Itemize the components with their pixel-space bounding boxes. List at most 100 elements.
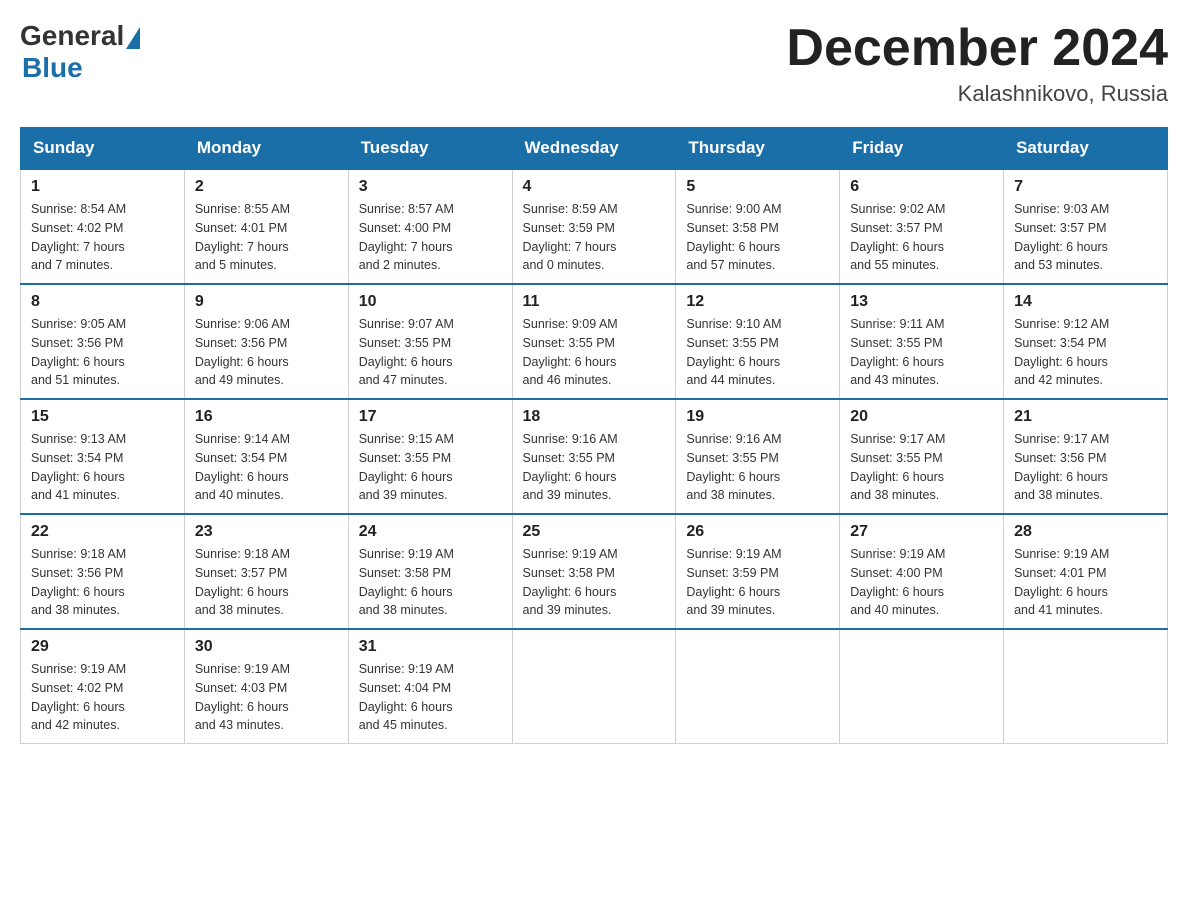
day-number: 17 [359, 408, 502, 426]
day-number: 18 [523, 408, 666, 426]
calendar-header: SundayMondayTuesdayWednesdayThursdayFrid… [21, 128, 1168, 170]
day-info: Sunrise: 9:19 AMSunset: 3:58 PMDaylight:… [359, 545, 502, 620]
day-number: 2 [195, 178, 338, 196]
day-info: Sunrise: 9:19 AMSunset: 4:04 PMDaylight:… [359, 660, 502, 735]
day-cell: 8 Sunrise: 9:05 AMSunset: 3:56 PMDaylight… [21, 284, 185, 399]
day-info: Sunrise: 9:16 AMSunset: 3:55 PMDaylight:… [523, 430, 666, 505]
day-cell: 12Sunrise: 9:10 AMSunset: 3:55 PMDayligh… [676, 284, 840, 399]
day-info: Sunrise: 9:19 AMSunset: 4:02 PMDaylight:… [31, 660, 174, 735]
day-number: 13 [850, 293, 993, 311]
day-number: 26 [686, 523, 829, 541]
day-cell: 28 Sunrise: 9:19 AMSunset: 4:01 PMDayligh… [1004, 514, 1168, 629]
day-cell [512, 629, 676, 744]
day-info: Sunrise: 8:57 AMSunset: 4:00 PMDaylight:… [359, 200, 502, 275]
day-number: 10 [359, 293, 502, 311]
day-cell: 1Sunrise: 8:54 AMSunset: 4:02 PMDaylight… [21, 169, 185, 284]
logo-general-text: General [20, 20, 124, 52]
day-cell: 17 Sunrise: 9:15 AMSunset: 3:55 PMDayligh… [348, 399, 512, 514]
day-cell: 15Sunrise: 9:13 AMSunset: 3:54 PMDayligh… [21, 399, 185, 514]
day-info: Sunrise: 9:19 AMSunset: 4:00 PMDaylight:… [850, 545, 993, 620]
week-row-4: 22Sunrise: 9:18 AMSunset: 3:56 PMDayligh… [21, 514, 1168, 629]
day-info: Sunrise: 9:19 AMSunset: 4:01 PMDaylight:… [1014, 545, 1157, 620]
day-cell: 21 Sunrise: 9:17 AMSunset: 3:56 PMDayligh… [1004, 399, 1168, 514]
day-info: Sunrise: 9:07 AMSunset: 3:55 PMDaylight:… [359, 315, 502, 390]
header-thursday: Thursday [676, 128, 840, 170]
day-cell: 5 Sunrise: 9:00 AMSunset: 3:58 PMDaylight… [676, 169, 840, 284]
day-info: Sunrise: 9:05 AMSunset: 3:56 PMDaylight:… [31, 315, 174, 390]
day-cell: 9Sunrise: 9:06 AMSunset: 3:56 PMDaylight… [184, 284, 348, 399]
day-number: 15 [31, 408, 174, 426]
day-info: Sunrise: 9:19 AMSunset: 4:03 PMDaylight:… [195, 660, 338, 735]
day-info: Sunrise: 9:12 AMSunset: 3:54 PMDaylight:… [1014, 315, 1157, 390]
day-number: 31 [359, 638, 502, 656]
day-number: 4 [523, 178, 666, 196]
day-number: 21 [1014, 408, 1157, 426]
day-cell: 19 Sunrise: 9:16 AMSunset: 3:55 PMDayligh… [676, 399, 840, 514]
day-cell: 10 Sunrise: 9:07 AMSunset: 3:55 PMDayligh… [348, 284, 512, 399]
day-number: 8 [31, 293, 174, 311]
day-number: 1 [31, 178, 174, 196]
day-info: Sunrise: 9:11 AMSunset: 3:55 PMDaylight:… [850, 315, 993, 390]
day-info: Sunrise: 9:06 AMSunset: 3:56 PMDaylight:… [195, 315, 338, 390]
header-sunday: Sunday [21, 128, 185, 170]
day-info: Sunrise: 9:16 AMSunset: 3:55 PMDaylight:… [686, 430, 829, 505]
day-cell: 26Sunrise: 9:19 AMSunset: 3:59 PMDayligh… [676, 514, 840, 629]
page-header: General Blue December 2024 Kalashnikovo,… [20, 20, 1168, 107]
day-info: Sunrise: 9:02 AMSunset: 3:57 PMDaylight:… [850, 200, 993, 275]
logo: General Blue [20, 20, 140, 84]
day-number: 29 [31, 638, 174, 656]
header-friday: Friday [840, 128, 1004, 170]
day-number: 5 [686, 178, 829, 196]
day-info: Sunrise: 9:19 AMSunset: 3:58 PMDaylight:… [523, 545, 666, 620]
header-monday: Monday [184, 128, 348, 170]
calendar-table: SundayMondayTuesdayWednesdayThursdayFrid… [20, 127, 1168, 744]
day-info: Sunrise: 8:59 AMSunset: 3:59 PMDaylight:… [523, 200, 666, 275]
day-cell: 3Sunrise: 8:57 AMSunset: 4:00 PMDaylight… [348, 169, 512, 284]
day-cell: 11 Sunrise: 9:09 AMSunset: 3:55 PMDayligh… [512, 284, 676, 399]
day-number: 24 [359, 523, 502, 541]
day-cell: 2 Sunrise: 8:55 AMSunset: 4:01 PMDaylight… [184, 169, 348, 284]
day-info: Sunrise: 9:00 AMSunset: 3:58 PMDaylight:… [686, 200, 829, 275]
week-row-1: 1Sunrise: 8:54 AMSunset: 4:02 PMDaylight… [21, 169, 1168, 284]
day-number: 7 [1014, 178, 1157, 196]
day-info: Sunrise: 8:55 AMSunset: 4:01 PMDaylight:… [195, 200, 338, 275]
day-info: Sunrise: 9:18 AMSunset: 3:56 PMDaylight:… [31, 545, 174, 620]
day-info: Sunrise: 9:17 AMSunset: 3:55 PMDaylight:… [850, 430, 993, 505]
day-number: 20 [850, 408, 993, 426]
day-cell: 4 Sunrise: 8:59 AMSunset: 3:59 PMDaylight… [512, 169, 676, 284]
header-tuesday: Tuesday [348, 128, 512, 170]
day-number: 27 [850, 523, 993, 541]
day-cell [676, 629, 840, 744]
day-cell: 23Sunrise: 9:18 AMSunset: 3:57 PMDayligh… [184, 514, 348, 629]
calendar-body: 1Sunrise: 8:54 AMSunset: 4:02 PMDaylight… [21, 169, 1168, 744]
day-cell: 24 Sunrise: 9:19 AMSunset: 3:58 PMDayligh… [348, 514, 512, 629]
day-cell: 29 Sunrise: 9:19 AMSunset: 4:02 PMDayligh… [21, 629, 185, 744]
day-number: 23 [195, 523, 338, 541]
location-subtitle: Kalashnikovo, Russia [786, 81, 1168, 107]
day-info: Sunrise: 9:17 AMSunset: 3:56 PMDaylight:… [1014, 430, 1157, 505]
week-row-5: 29 Sunrise: 9:19 AMSunset: 4:02 PMDayligh… [21, 629, 1168, 744]
day-cell: 22Sunrise: 9:18 AMSunset: 3:56 PMDayligh… [21, 514, 185, 629]
day-cell [1004, 629, 1168, 744]
day-number: 6 [850, 178, 993, 196]
day-cell: 20 Sunrise: 9:17 AMSunset: 3:55 PMDayligh… [840, 399, 1004, 514]
day-info: Sunrise: 9:09 AMSunset: 3:55 PMDaylight:… [523, 315, 666, 390]
week-row-2: 8 Sunrise: 9:05 AMSunset: 3:56 PMDaylight… [21, 284, 1168, 399]
header-wednesday: Wednesday [512, 128, 676, 170]
day-number: 19 [686, 408, 829, 426]
day-cell: 16Sunrise: 9:14 AMSunset: 3:54 PMDayligh… [184, 399, 348, 514]
logo-blue-text: Blue [22, 52, 83, 84]
day-info: Sunrise: 9:15 AMSunset: 3:55 PMDaylight:… [359, 430, 502, 505]
day-cell: 18 Sunrise: 9:16 AMSunset: 3:55 PMDayligh… [512, 399, 676, 514]
day-number: 25 [523, 523, 666, 541]
day-cell: 6 Sunrise: 9:02 AMSunset: 3:57 PMDaylight… [840, 169, 1004, 284]
day-cell: 30 Sunrise: 9:19 AMSunset: 4:03 PMDayligh… [184, 629, 348, 744]
day-number: 12 [686, 293, 829, 311]
logo-triangle-icon [126, 27, 140, 49]
day-number: 28 [1014, 523, 1157, 541]
day-info: Sunrise: 9:14 AMSunset: 3:54 PMDaylight:… [195, 430, 338, 505]
day-number: 11 [523, 293, 666, 311]
day-cell: 27 Sunrise: 9:19 AMSunset: 4:00 PMDayligh… [840, 514, 1004, 629]
day-number: 30 [195, 638, 338, 656]
title-section: December 2024 Kalashnikovo, Russia [786, 20, 1168, 107]
